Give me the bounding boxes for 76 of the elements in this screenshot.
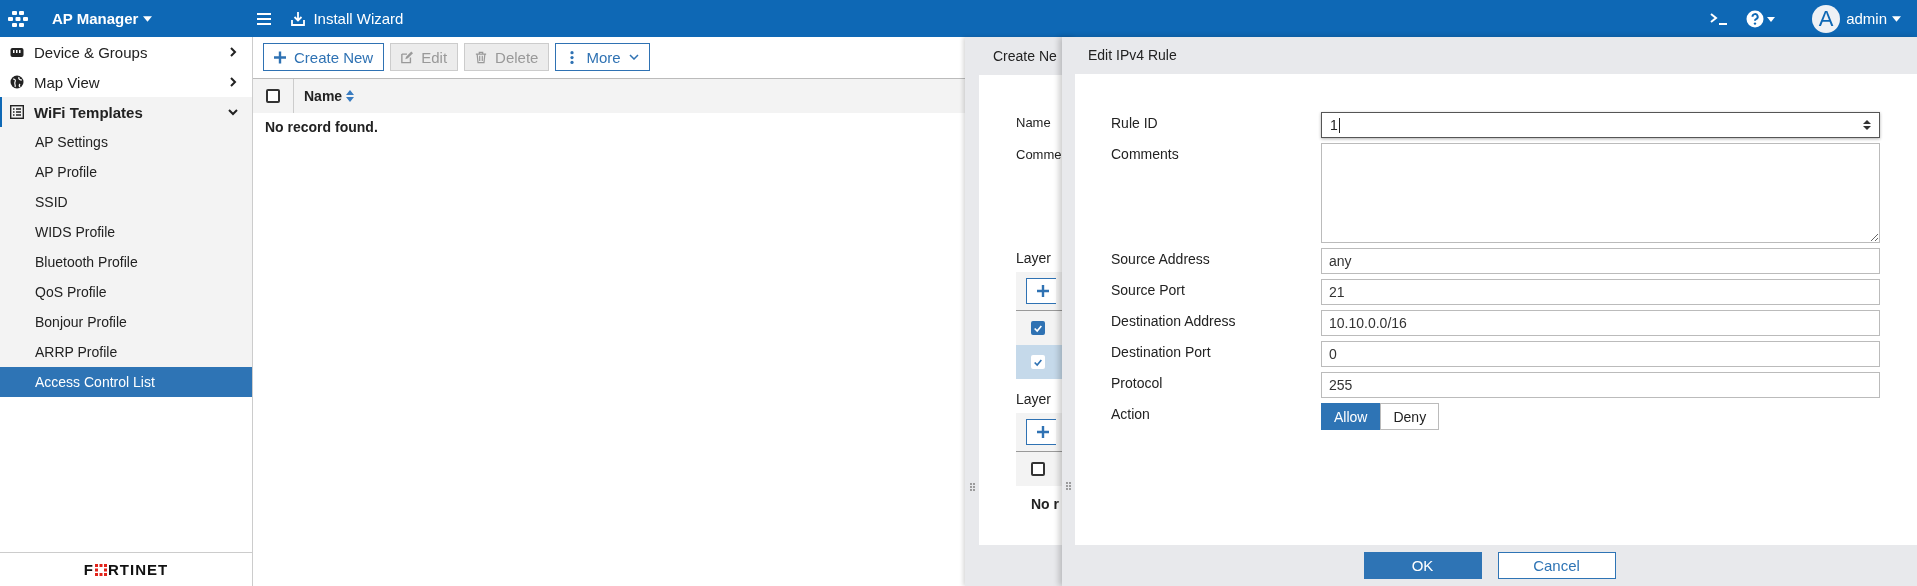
field-label: Name <box>1016 115 1051 130</box>
field-label: Destination Address <box>1111 312 1237 331</box>
more-button[interactable]: More <box>555 43 650 71</box>
row-checkbox[interactable] <box>1031 321 1045 335</box>
field-label: Comments <box>1111 145 1180 164</box>
ok-button[interactable]: OK <box>1363 552 1482 579</box>
field-label: Source Address <box>1111 250 1211 269</box>
sidebar-section[interactable]: Device & Groups <box>0 37 252 67</box>
company-logo: F RTINET <box>0 552 252 586</box>
toggle-option[interactable]: Deny <box>1380 403 1440 430</box>
comments-field[interactable] <box>1321 143 1880 243</box>
number-field[interactable]: 1 <box>1321 112 1880 138</box>
plus-button[interactable]: Create New <box>263 43 385 71</box>
sidebar-item[interactable]: Bonjour Profile <box>0 307 252 337</box>
plus-icon <box>274 50 286 64</box>
empty-message: No record found. <box>264 118 379 137</box>
sidebar-item[interactable]: ARRP Profile <box>0 337 252 367</box>
sidebar-item[interactable]: QoS Profile <box>0 277 252 307</box>
download-icon <box>291 11 306 26</box>
section-label: Layer <box>1016 391 1053 409</box>
dialog-title: Edit IPv4 Rule <box>1087 46 1178 65</box>
plus-icon <box>1037 285 1049 297</box>
section-label: Device & Groups <box>34 43 149 61</box>
panel-title: Create Ne <box>992 47 1058 66</box>
toggle-option[interactable]: Allow <box>1321 403 1381 430</box>
empty-message: No r <box>1031 496 1059 512</box>
input-field[interactable]: any <box>1321 248 1880 274</box>
install-wizard-button[interactable]: Install Wizard <box>291 10 404 27</box>
field-label: Rule ID <box>1111 114 1159 133</box>
create-button[interactable] <box>1026 419 1056 445</box>
user-menu[interactable]: admin <box>1846 10 1901 27</box>
resize-grip-icon[interactable] <box>1066 482 1072 492</box>
resize-grip-icon[interactable] <box>970 483 976 493</box>
sidebar-item[interactable]: WIDS Profile <box>0 217 252 247</box>
sort-icon <box>346 90 355 102</box>
field-label: Protocol <box>1111 374 1164 393</box>
caret-icon <box>1892 15 1901 22</box>
sidebar-item[interactable]: AP Settings <box>0 127 252 157</box>
select-all-checkbox[interactable] <box>266 89 280 103</box>
sidebar-item[interactable]: Access Control List <box>0 367 252 397</box>
spin-arrows-icon <box>1863 119 1871 131</box>
sidebar-item[interactable]: AP Profile <box>0 157 252 187</box>
create-button[interactable] <box>1026 278 1056 304</box>
section-label: Map View <box>34 73 101 91</box>
terminal-icon[interactable] <box>1710 12 1729 25</box>
list-icon <box>10 105 24 119</box>
input-field[interactable]: 0 <box>1321 341 1880 367</box>
field-label: Comme <box>1016 147 1062 162</box>
sidebar-section[interactable]: Map View <box>0 67 252 97</box>
field-label: Action <box>1111 405 1151 424</box>
menu-icon[interactable] <box>257 12 272 25</box>
user-avatar[interactable]: A <box>1812 4 1841 33</box>
help-icon[interactable] <box>1746 9 1777 28</box>
sidebar-item[interactable]: SSID <box>0 187 252 217</box>
chevron-down-icon <box>628 54 639 60</box>
logo-mark-icon <box>95 563 107 576</box>
column-header[interactable]: Name <box>294 79 355 113</box>
input-field[interactable]: 255 <box>1321 372 1880 398</box>
globe-icon <box>10 75 24 89</box>
trash-icon <box>475 50 488 64</box>
field-label: Destination Port <box>1111 343 1212 362</box>
plus-icon <box>1037 426 1049 438</box>
cancel-button[interactable]: Cancel <box>1497 552 1616 579</box>
device-icon <box>10 45 24 59</box>
edit-icon <box>401 50 414 64</box>
input-field[interactable]: 10.10.0.0/16 <box>1321 310 1880 336</box>
row-checkbox[interactable] <box>1031 462 1045 476</box>
caret-icon <box>143 15 153 22</box>
section-label: Layer <box>1016 250 1053 268</box>
app-menu[interactable]: AP Manager <box>52 10 153 27</box>
field-label: Source Port <box>1111 281 1186 300</box>
grid-logo-icon[interactable] <box>8 10 28 27</box>
section-label: WiFi Templates <box>34 103 144 121</box>
input-field[interactable]: 21 <box>1321 279 1880 305</box>
sidebar-section[interactable]: WiFi Templates <box>0 97 252 127</box>
sidebar-item[interactable]: Bluetooth Profile <box>0 247 252 277</box>
